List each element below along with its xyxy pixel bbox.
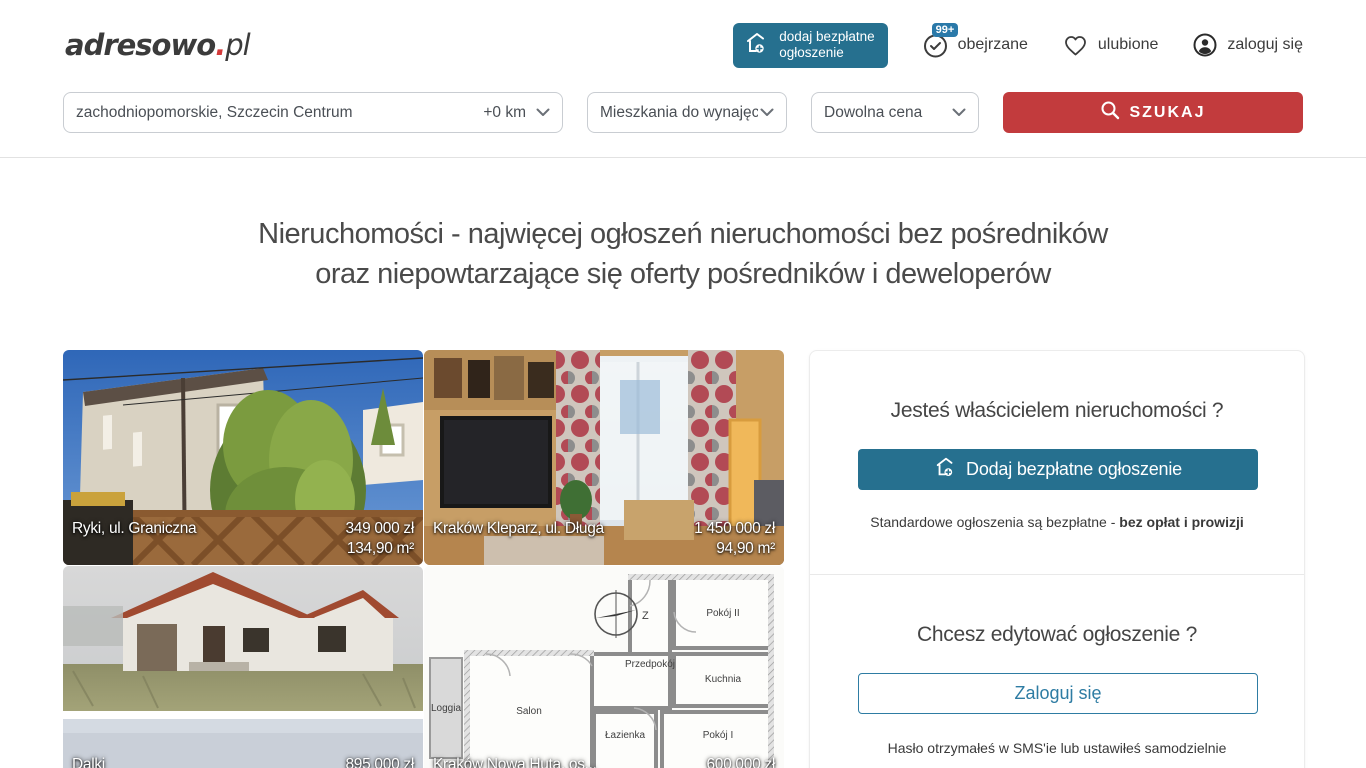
listing-area: 94,90 m² (433, 539, 775, 559)
owner-note: Standardowe ogłoszenia są bezpłatne - be… (858, 514, 1256, 530)
svg-text:Łazienka: Łazienka (605, 730, 645, 741)
price-select[interactable]: Dowolna cena (811, 92, 979, 133)
header-nav: dodaj bezpłatne ogłoszenie 99+ obejrzane (733, 23, 1303, 68)
svg-text:Kuchnia: Kuchnia (705, 674, 742, 685)
edit-title: Chcesz edytować ogłoszenie ? (858, 623, 1256, 647)
listing-price: 349 000 zł (345, 519, 414, 539)
svg-text:Pokój II: Pokój II (706, 608, 739, 619)
search-icon (1100, 100, 1120, 125)
radius-value: +0 km (483, 104, 526, 122)
search-button[interactable]: SZUKAJ (1003, 92, 1303, 133)
brand-dot: . (215, 28, 225, 62)
listing-price: 895 000 zł (345, 755, 414, 768)
listing-address: Kraków Kleparz, ul. Długa (433, 519, 604, 539)
house-add-icon (744, 30, 770, 60)
chevron-down-icon (536, 104, 550, 122)
heart-icon (1062, 33, 1089, 58)
listing-price: 600 000 zł (706, 755, 775, 768)
search-bar: zachodniopomorskie, Szczecin Centrum +0 … (0, 78, 1366, 158)
top-header: adresowo.pl dodaj bezpłatne ogłoszenie (0, 0, 1366, 78)
brand-suffix: pl (225, 28, 249, 62)
listings-grid: Ryki, ul. Graniczna 349 000 zł 134,90 m² (63, 350, 785, 768)
sidebar-add-listing-button[interactable]: Dodaj bezpłatne ogłoszenie (858, 449, 1258, 490)
brand-logo[interactable]: adresowo.pl (65, 28, 250, 62)
listing-card[interactable]: Ryki, ul. Graniczna 349 000 zł 134,90 m² (63, 350, 423, 565)
svg-text:Z: Z (642, 610, 649, 622)
user-icon (1192, 32, 1218, 58)
category-value: Mieszkania do wynajęc (600, 104, 758, 122)
listing-card[interactable]: Z Pokój II Przedpokój Kuchnia Loggia Sal… (424, 566, 784, 768)
add-listing-label: dodaj bezpłatne ogłoszenie (779, 29, 874, 61)
viewed-count-badge: 99+ (932, 23, 959, 37)
listing-address: Kraków Nowa Huta, os... (433, 755, 597, 768)
listing-address: Dalki (72, 755, 105, 768)
favorites-link[interactable]: ulubione (1062, 33, 1159, 58)
edit-section: Chcesz edytować ogłoszenie ? Zaloguj się… (810, 574, 1304, 768)
listing-caption: Kraków Kleparz, ul. Długa 1 450 000 zł 9… (424, 519, 784, 559)
listing-floorplan: Z Pokój II Przedpokój Kuchnia Loggia Sal… (424, 566, 784, 768)
listing-price: 1 450 000 zł (694, 519, 775, 539)
listing-caption: Ryki, ul. Graniczna 349 000 zł 134,90 m² (63, 519, 423, 559)
svg-text:Salon: Salon (516, 706, 542, 717)
category-select[interactable]: Mieszkania do wynajęc (587, 92, 787, 133)
add-listing-button[interactable]: dodaj bezpłatne ogłoszenie (733, 23, 887, 68)
owner-section: Jesteś właścicielem nieruchomości ? Doda… (810, 351, 1304, 574)
price-value: Dowolna cena (824, 104, 922, 122)
listing-area: 134,90 m² (72, 539, 414, 559)
listing-address: Ryki, ul. Graniczna (72, 519, 196, 539)
house-add-icon (934, 455, 958, 484)
listing-caption: Dalki 895 000 zł (63, 755, 423, 768)
search-button-label: SZUKAJ (1129, 104, 1205, 122)
listing-photo (63, 566, 423, 768)
radius-dropdown[interactable]: +0 km (483, 104, 550, 122)
listing-card[interactable]: Kraków Kleparz, ul. Długa 1 450 000 zł 9… (424, 350, 784, 565)
viewed-link[interactable]: 99+ obejrzane (922, 32, 1028, 59)
sidebar-login-button[interactable]: Zaloguj się (858, 673, 1258, 714)
login-link[interactable]: zaloguj się (1192, 32, 1303, 58)
owner-panel: Jesteś właścicielem nieruchomości ? Doda… (809, 350, 1305, 768)
location-value: zachodniopomorskie, Szczecin Centrum (76, 104, 353, 122)
owner-title: Jesteś właścicielem nieruchomości ? (858, 399, 1256, 423)
svg-text:Przedpokój: Przedpokój (625, 659, 675, 670)
listing-card[interactable]: Dalki 895 000 zł (63, 566, 423, 768)
login-label: zaloguj się (1227, 36, 1303, 54)
chevron-down-icon (760, 104, 774, 122)
sidebar-add-listing-label: Dodaj bezpłatne ogłoszenie (966, 459, 1182, 480)
location-input[interactable]: zachodniopomorskie, Szczecin Centrum +0 … (63, 92, 563, 133)
viewed-label: obejrzane (958, 36, 1028, 54)
brand-name: adresowo (65, 28, 215, 62)
hero-section: Nieruchomości - najwięcej ogłoszeń nieru… (0, 214, 1366, 294)
listing-caption: Kraków Nowa Huta, os... 600 000 zł (424, 755, 784, 768)
favorites-label: ulubione (1098, 36, 1159, 54)
edit-note: Hasło otrzymałeś w SMS'ie lub ustawiłeś … (858, 740, 1256, 756)
chevron-down-icon (952, 104, 966, 122)
page-title: Nieruchomości - najwięcej ogłoszeń nieru… (0, 214, 1366, 294)
sidebar-login-label: Zaloguj się (1014, 683, 1101, 704)
svg-text:Loggia: Loggia (431, 703, 461, 714)
svg-text:Pokój I: Pokój I (703, 730, 734, 741)
main-content: Ryki, ul. Graniczna 349 000 zł 134,90 m² (0, 350, 1366, 768)
